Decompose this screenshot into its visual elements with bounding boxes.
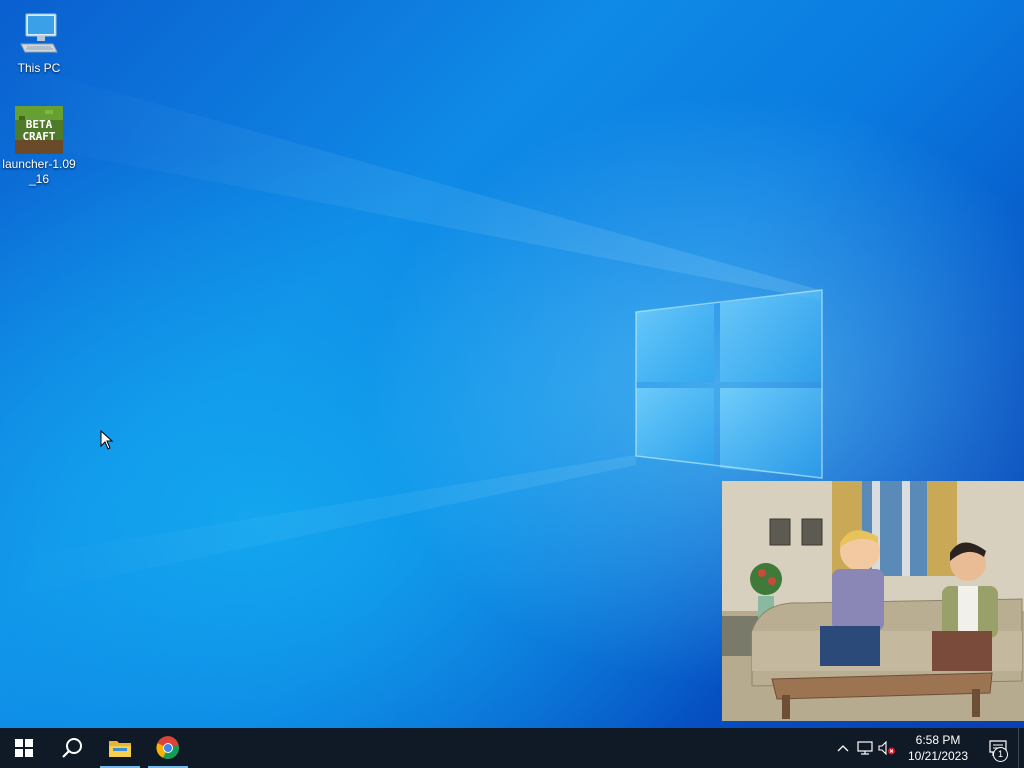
clock[interactable]: 6:58 PM 10/21/2023 bbox=[898, 732, 978, 764]
desktop-icon-launcher[interactable]: BETA CRAFT launcher-1.09_16 bbox=[0, 106, 78, 187]
network-button[interactable] bbox=[854, 728, 876, 768]
action-center-button[interactable]: 1 bbox=[978, 728, 1018, 768]
betacraft-icon: BETA CRAFT bbox=[15, 106, 63, 154]
desktop-icon-label: launcher-1.09_16 bbox=[2, 157, 76, 186]
video-overlay-window[interactable] bbox=[722, 481, 1024, 721]
desktop-icon-label: This PC bbox=[17, 61, 61, 75]
chevron-up-icon bbox=[837, 745, 849, 752]
system-tray: 6:58 PM 10/21/2023 1 bbox=[832, 728, 1024, 768]
folder-icon bbox=[109, 741, 131, 757]
volume-muted-icon bbox=[878, 741, 895, 755]
volume-button[interactable] bbox=[876, 728, 898, 768]
search-icon bbox=[62, 738, 82, 758]
taskbar-chrome[interactable] bbox=[144, 728, 192, 768]
icon-text-line2: CRAFT bbox=[22, 130, 55, 143]
start-button[interactable] bbox=[0, 728, 48, 768]
network-icon bbox=[857, 741, 873, 755]
show-desktop-button[interactable] bbox=[1018, 728, 1024, 768]
chrome-icon bbox=[156, 736, 179, 759]
taskbar: 6:58 PM 10/21/2023 1 bbox=[0, 728, 1024, 768]
show-hidden-icons-button[interactable] bbox=[832, 728, 854, 768]
clock-date: 10/21/2023 bbox=[907, 749, 969, 763]
desktop-icon-this-pc[interactable]: This PC bbox=[0, 10, 78, 76]
video-frame bbox=[722, 481, 1024, 721]
computer-icon bbox=[15, 10, 63, 58]
search-button[interactable] bbox=[48, 728, 96, 768]
taskbar-file-explorer[interactable] bbox=[96, 728, 144, 768]
notification-count-badge: 1 bbox=[993, 747, 1008, 762]
clock-time: 6:58 PM bbox=[915, 733, 961, 747]
mouse-cursor-icon bbox=[100, 429, 114, 455]
windows-logo-icon bbox=[15, 739, 33, 757]
